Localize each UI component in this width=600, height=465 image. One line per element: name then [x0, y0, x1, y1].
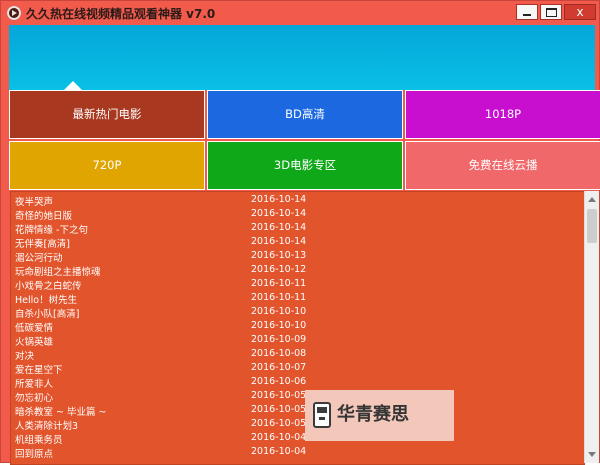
movie-date: 2016-10-11: [251, 292, 307, 303]
list-item[interactable]: 勿忘初心 2016-10-05: [11, 390, 584, 404]
list-item[interactable]: 无伴奏[高清] 2016-10-14: [11, 236, 584, 250]
movie-title: 花牌情缘 -下之句: [15, 225, 88, 236]
list-item[interactable]: 回到原点 2016-10-04: [11, 446, 584, 460]
tile-free-cloud-play[interactable]: 免费在线云播: [405, 141, 600, 190]
tile-1018p[interactable]: 1018P: [405, 90, 600, 139]
movie-date: 2016-10-07: [251, 362, 307, 373]
movie-date: 2016-10-10: [251, 320, 307, 331]
movie-title: 夜半哭声: [15, 197, 54, 208]
minimize-button[interactable]: [516, 4, 538, 20]
movie-date: 2016-10-04: [251, 432, 307, 443]
title-bar[interactable]: 久久热在线视频精品观看神器 v7.0 x: [1, 1, 599, 25]
movie-title: 奇怪的她日版: [15, 211, 73, 222]
list-item[interactable]: 火锅英雄 2016-10-09: [11, 334, 584, 348]
movie-title: 无伴奏[高清]: [15, 239, 70, 250]
tile-3d-movies[interactable]: 3D电影专区: [207, 141, 403, 190]
minimize-icon: [523, 14, 531, 16]
list-item[interactable]: 湄公河行动 2016-10-13: [11, 250, 584, 264]
movie-title: 小戏骨之白蛇传: [15, 281, 82, 292]
movie-date: 2016-10-13: [251, 250, 307, 261]
movie-title: 玩命剧组之主播惊魂: [15, 267, 101, 278]
banner: [9, 25, 595, 90]
movie-date: 2016-10-08: [251, 348, 307, 359]
app-play-icon: [7, 6, 21, 20]
list-item[interactable]: 玩命剧组之主播惊魂 2016-10-12: [11, 264, 584, 278]
list-item[interactable]: 花牌情缘 -下之句 2016-10-14: [11, 222, 584, 236]
scroll-thumb[interactable]: [587, 209, 597, 243]
movie-date: 2016-10-14: [251, 222, 307, 233]
list-item[interactable]: 小戏骨之白蛇传 2016-10-11: [11, 278, 584, 292]
list-item[interactable]: 机组乘务员 2016-10-04: [11, 432, 584, 446]
movie-date: 2016-10-12: [251, 264, 307, 275]
list-item[interactable]: 人类清除计划3 2016-10-05: [11, 418, 584, 432]
movie-date: 2016-10-09: [251, 334, 307, 345]
movie-date: 2016-10-04: [251, 446, 307, 457]
movie-title: 火锅英雄: [15, 337, 54, 348]
list-item[interactable]: 所爱非人 2016-10-06: [11, 376, 584, 390]
movie-date: 2016-10-14: [251, 194, 307, 205]
list-item[interactable]: 爱在星空下 2016-10-07: [11, 362, 584, 376]
tile-bd-hd[interactable]: BD高清: [207, 90, 403, 139]
movie-title: 人类清除计划3: [15, 421, 79, 432]
list-item[interactable]: 夜半哭声 2016-10-14: [11, 194, 584, 208]
movie-title: 勿忘初心: [15, 393, 54, 404]
movie-title: 回到原点: [15, 449, 54, 460]
list-item[interactable]: Hello！树先生 2016-10-11: [11, 292, 584, 306]
list-item[interactable]: 自杀小队[高清] 2016-10-10: [11, 306, 584, 320]
tile-latest-movies[interactable]: 最新热门电影: [9, 90, 205, 139]
list-item[interactable]: 低碳爱情 2016-10-10: [11, 320, 584, 334]
tile-720p[interactable]: 720P: [9, 141, 205, 190]
list-scrollbar[interactable]: [584, 191, 599, 463]
maximize-icon: [545, 8, 557, 17]
movie-date: 2016-10-05: [251, 404, 307, 415]
movie-date: 2016-10-14: [251, 236, 307, 247]
phone-icon: [313, 402, 331, 428]
movie-title: 爱在星空下: [15, 365, 63, 376]
list-item[interactable]: 对决 2016-10-08: [11, 348, 584, 362]
movie-title: Hello！树先生: [15, 295, 78, 306]
movie-date: 2016-10-05: [251, 418, 307, 429]
movie-date: 2016-10-11: [251, 278, 307, 289]
list-item[interactable]: 暗杀教室 ~ 毕业篇 ~ 2016-10-05: [11, 404, 584, 418]
maximize-button[interactable]: [540, 4, 562, 20]
movie-list: 夜半哭声 2016-10-14 奇怪的她日版 2016-10-14 花牌情缘 -下之…: [10, 191, 585, 465]
movie-date: 2016-10-10: [251, 306, 307, 317]
movie-title: 对决: [15, 351, 35, 362]
movie-date: 2016-10-14: [251, 208, 307, 219]
movie-title: 湄公河行动: [15, 253, 63, 264]
watermark-text: 华青赛思: [337, 404, 409, 425]
category-tiles: 最新热门电影 BD高清 1018P 720P 3D电影专区 免费在线云播: [9, 90, 600, 190]
close-button[interactable]: x: [564, 4, 596, 20]
movie-title: 低碳爱情: [15, 323, 54, 334]
banner-pointer-icon: [64, 81, 82, 90]
movie-title: 自杀小队[高清]: [15, 309, 80, 320]
list-item[interactable]: 奇怪的她日版 2016-10-14: [11, 208, 584, 222]
window-title: 久久热在线视频精品观看神器 v7.0: [26, 7, 216, 21]
scroll-up-icon[interactable]: [588, 197, 596, 202]
movie-title: 机组乘务员: [15, 435, 63, 446]
movie-date: 2016-10-05: [251, 390, 307, 401]
scroll-down-icon[interactable]: [588, 452, 596, 457]
movie-title: 所爱非人: [15, 379, 54, 390]
watermark-logo: 华青赛思: [305, 390, 454, 441]
movie-title: 暗杀教室 ~ 毕业篇 ~: [15, 407, 107, 418]
app-window: 久久热在线视频精品观看神器 v7.0 x 最新热门电影 BD高清 1018P 7…: [0, 0, 600, 465]
movie-date: 2016-10-06: [251, 376, 307, 387]
